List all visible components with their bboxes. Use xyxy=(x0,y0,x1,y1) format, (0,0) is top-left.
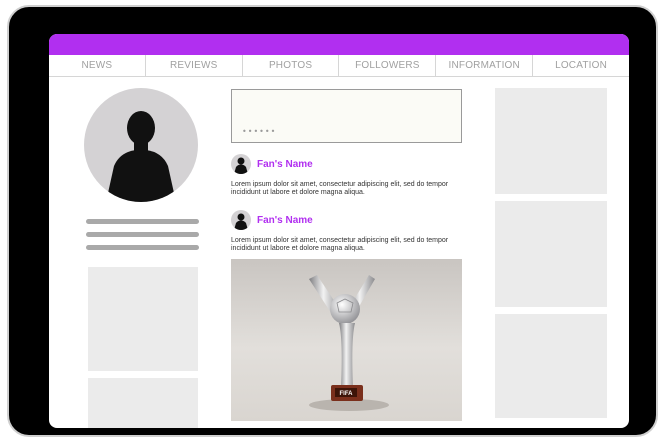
nav-followers[interactable]: FOLLOWERS xyxy=(339,55,437,76)
person-silhouette-icon xyxy=(234,157,248,174)
left-placeholder-block xyxy=(88,378,198,428)
top-accent-bar xyxy=(49,34,629,55)
profile-info-line xyxy=(86,232,199,237)
post-author-avatar[interactable] xyxy=(231,154,251,174)
nav-bar: NEWS REVIEWS PHOTOS FOLLOWERS INFORMATIO… xyxy=(49,55,629,77)
post-author-name[interactable]: Fan's Name xyxy=(257,215,313,226)
nav-news[interactable]: NEWS xyxy=(49,55,146,76)
nav-location[interactable]: LOCATION xyxy=(533,55,629,76)
profile-info-line xyxy=(86,245,199,250)
post-compose-box[interactable]: •••••• xyxy=(231,89,462,143)
trophy-base-label: FIFA xyxy=(340,391,354,397)
person-silhouette-icon xyxy=(234,213,248,230)
profile-info-line xyxy=(86,219,199,224)
post-photo[interactable]: FIFA xyxy=(231,259,462,421)
profile-avatar[interactable] xyxy=(84,88,198,202)
right-placeholder-block xyxy=(495,88,607,194)
tablet-frame: NEWS REVIEWS PHOTOS FOLLOWERS INFORMATIO… xyxy=(7,5,658,437)
right-placeholder-block xyxy=(495,201,607,307)
person-silhouette-icon xyxy=(106,111,176,202)
post-author-avatar[interactable] xyxy=(231,210,251,230)
post-author-name[interactable]: Fan's Name xyxy=(257,159,313,170)
left-placeholder-block xyxy=(88,267,198,371)
right-placeholder-block xyxy=(495,314,607,418)
nav-reviews[interactable]: REVIEWS xyxy=(146,55,243,76)
post-body-text: Lorem ipsum dolor sit amet, consectetur … xyxy=(231,181,449,196)
nav-photos[interactable]: PHOTOS xyxy=(243,55,340,76)
app-screen: NEWS REVIEWS PHOTOS FOLLOWERS INFORMATIO… xyxy=(49,34,629,428)
trophy-image: FIFA xyxy=(309,275,389,411)
nav-information[interactable]: INFORMATION xyxy=(436,55,534,76)
compose-placeholder: •••••• xyxy=(242,127,277,136)
post-body-text: Lorem ipsum dolor sit amet, consectetur … xyxy=(231,237,449,252)
